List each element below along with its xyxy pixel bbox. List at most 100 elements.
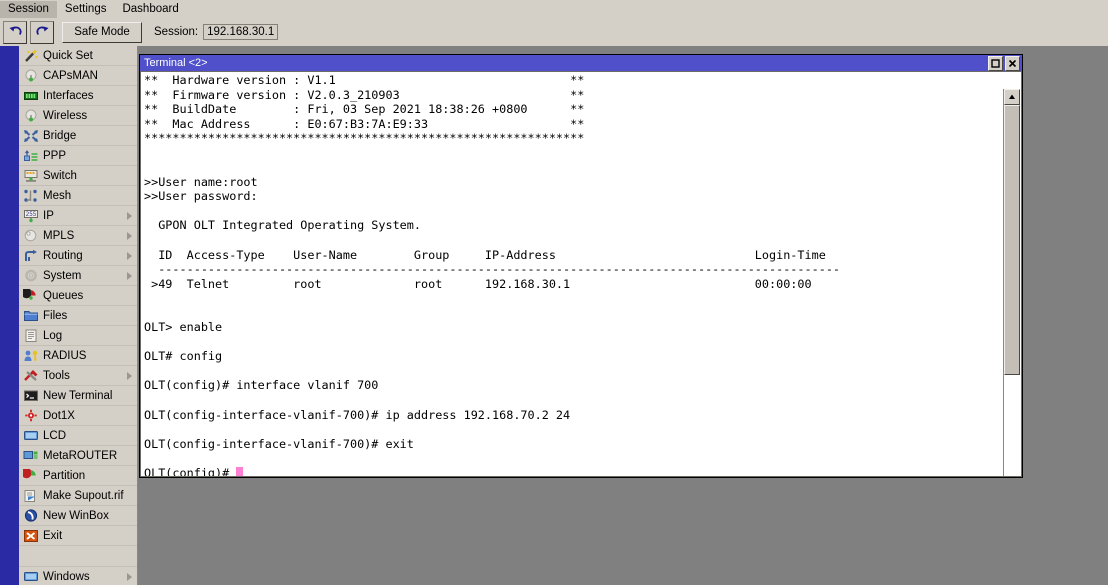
sidebar-item-system[interactable]: System: [19, 266, 137, 286]
sidebar-item-label: Files: [43, 309, 68, 322]
menu-item-session[interactable]: Session: [0, 0, 57, 18]
ip-255-icon: 255: [22, 208, 39, 224]
scrollbar-thumb[interactable]: [1004, 105, 1020, 375]
session-address-field[interactable]: 192.168.30.1: [203, 24, 279, 40]
sidebar-item-label: MPLS: [43, 229, 75, 242]
dot1x-icon: [22, 408, 39, 424]
toolbar: Safe Mode Session: 192.168.30.1: [0, 18, 1108, 46]
terminal-scrollbar[interactable]: [1003, 89, 1020, 476]
sidebar-item-label: Dot1X: [43, 409, 75, 422]
metarouter-icon: [22, 448, 39, 464]
close-icon: [1008, 55, 1017, 73]
submenu-arrow-icon: [127, 251, 132, 260]
scroll-up-arrow-icon: [1008, 88, 1016, 106]
sidebar-item-ip[interactable]: 255 IP: [19, 206, 137, 226]
wand-icon: [22, 48, 39, 64]
sidebar-item-queues[interactable]: Queues: [19, 286, 137, 306]
antenna-icon: [22, 68, 39, 84]
sidebar-item-files[interactable]: Files: [19, 306, 137, 326]
sidebar-item-windows[interactable]: Windows: [19, 567, 137, 585]
terminal-icon: [22, 388, 39, 404]
sidebar-item-new-winbox[interactable]: New WinBox: [19, 506, 137, 526]
sidebar-item-label: New Terminal: [43, 389, 113, 402]
sidebar-item-lcd[interactable]: LCD: [19, 426, 137, 446]
menu-item-settings[interactable]: Settings: [57, 1, 115, 18]
sidebar-item-ppp[interactable]: PPP: [19, 146, 137, 166]
sidebar-item-label: LCD: [43, 429, 67, 442]
sidebar-item-capsman[interactable]: CAPsMAN: [19, 66, 137, 86]
scrollbar-up-button[interactable]: [1004, 89, 1020, 105]
sidebar-item-label: Windows: [43, 570, 90, 583]
sidebar-item-label: Quick Set: [43, 49, 93, 62]
sidebar-item-label: Interfaces: [43, 89, 94, 102]
lcd-screen-icon: [22, 428, 39, 444]
gear-icon: [22, 268, 39, 284]
winbox-brand-strip: WinBox: [0, 46, 19, 585]
winbox-app-window: Session Settings Dashboard Safe Mode Ses…: [0, 0, 1108, 585]
sidebar-item-metarouter[interactable]: MetaROUTER: [19, 446, 137, 466]
mesh-icon: [22, 188, 39, 204]
sidebar-item-log[interactable]: Log: [19, 326, 137, 346]
folder-icon: [22, 308, 39, 324]
sidebar-menu: Quick Set CAPsMAN Interfaces Wireless Bridge…: [19, 46, 138, 585]
switch-icon: [22, 168, 39, 184]
ppp-icon: [22, 148, 39, 164]
window-controls: [988, 56, 1020, 71]
partition-icon: [22, 468, 39, 484]
terminal-cursor: [236, 466, 244, 476]
sidebar-item-partition[interactable]: Partition: [19, 466, 137, 486]
menu-bar: Session Settings Dashboard: [0, 0, 1108, 18]
mpls-icon: [22, 228, 39, 244]
tools-icon: [22, 368, 39, 384]
session-label: Session:: [154, 26, 199, 38]
supout-icon: [22, 488, 39, 504]
sidebar-item-label: Routing: [43, 249, 83, 262]
sidebar-item-label: New WinBox: [43, 509, 109, 522]
svg-text:255: 255: [25, 211, 36, 218]
redo-button[interactable]: [30, 20, 54, 44]
routing-icon: [22, 248, 39, 264]
sidebar-item-bridge[interactable]: Bridge: [19, 126, 137, 146]
close-button[interactable]: [1005, 56, 1020, 71]
log-icon: [22, 328, 39, 344]
sidebar-item-mpls[interactable]: MPLS: [19, 226, 137, 246]
submenu-arrow-icon: [127, 572, 132, 581]
undo-button[interactable]: [3, 20, 27, 44]
sidebar-item-exit[interactable]: Exit: [19, 526, 137, 546]
sidebar-item-label: Make Supout.rif: [43, 489, 124, 502]
sidebar-item-label: Bridge: [43, 129, 77, 142]
sidebar-item-label: MetaROUTER: [43, 449, 118, 462]
sidebar-item-label: IP: [43, 209, 54, 222]
sidebar-item-quick-set[interactable]: Quick Set: [19, 46, 137, 66]
antenna-icon: [22, 108, 39, 124]
sidebar-item-label: Exit: [43, 529, 63, 542]
sidebar-item-tools[interactable]: Tools: [19, 366, 137, 386]
terminal-window: Terminal <2> ** Hardware version : V1.1 …: [139, 54, 1023, 478]
sidebar-item-new-terminal[interactable]: New Terminal: [19, 386, 137, 406]
sidebar-item-label: System: [43, 269, 82, 282]
sidebar-item-wireless[interactable]: Wireless: [19, 106, 137, 126]
safe-mode-button[interactable]: Safe Mode: [62, 21, 142, 43]
sidebar-item-radius[interactable]: RADIUS: [19, 346, 137, 366]
winbox-icon: [22, 508, 39, 524]
sidebar-item-interfaces[interactable]: Interfaces: [19, 86, 137, 106]
terminal-title-bar[interactable]: Terminal <2>: [140, 55, 1022, 71]
sidebar-item-dot1x[interactable]: Dot1X: [19, 406, 137, 426]
terminal-output-area[interactable]: ** Hardware version : V1.1 ** ** Firmwar…: [140, 71, 1022, 477]
maximize-button[interactable]: [988, 56, 1003, 71]
sidebar-item-mesh[interactable]: Mesh: [19, 186, 137, 206]
undo-arrow-icon: [8, 25, 23, 39]
terminal-text: ** Hardware version : V1.1 ** ** Firmwar…: [144, 73, 841, 477]
sidebar-item-label: CAPsMAN: [43, 69, 98, 82]
sidebar-item-label: Queues: [43, 289, 84, 302]
submenu-arrow-icon: [127, 271, 132, 280]
menu-item-dashboard[interactable]: Dashboard: [114, 1, 186, 18]
sidebar-item-routing[interactable]: Routing: [19, 246, 137, 266]
interfaces-icon: [22, 88, 39, 104]
scrollbar-track[interactable]: [1004, 105, 1020, 476]
bridge-icon: [22, 128, 39, 144]
sidebar-item-label: Mesh: [43, 189, 72, 202]
sidebar-item-make-supout-rif[interactable]: Make Supout.rif: [19, 486, 137, 506]
sidebar-item-switch[interactable]: Switch: [19, 166, 137, 186]
sidebar-item-label: Tools: [43, 369, 70, 382]
